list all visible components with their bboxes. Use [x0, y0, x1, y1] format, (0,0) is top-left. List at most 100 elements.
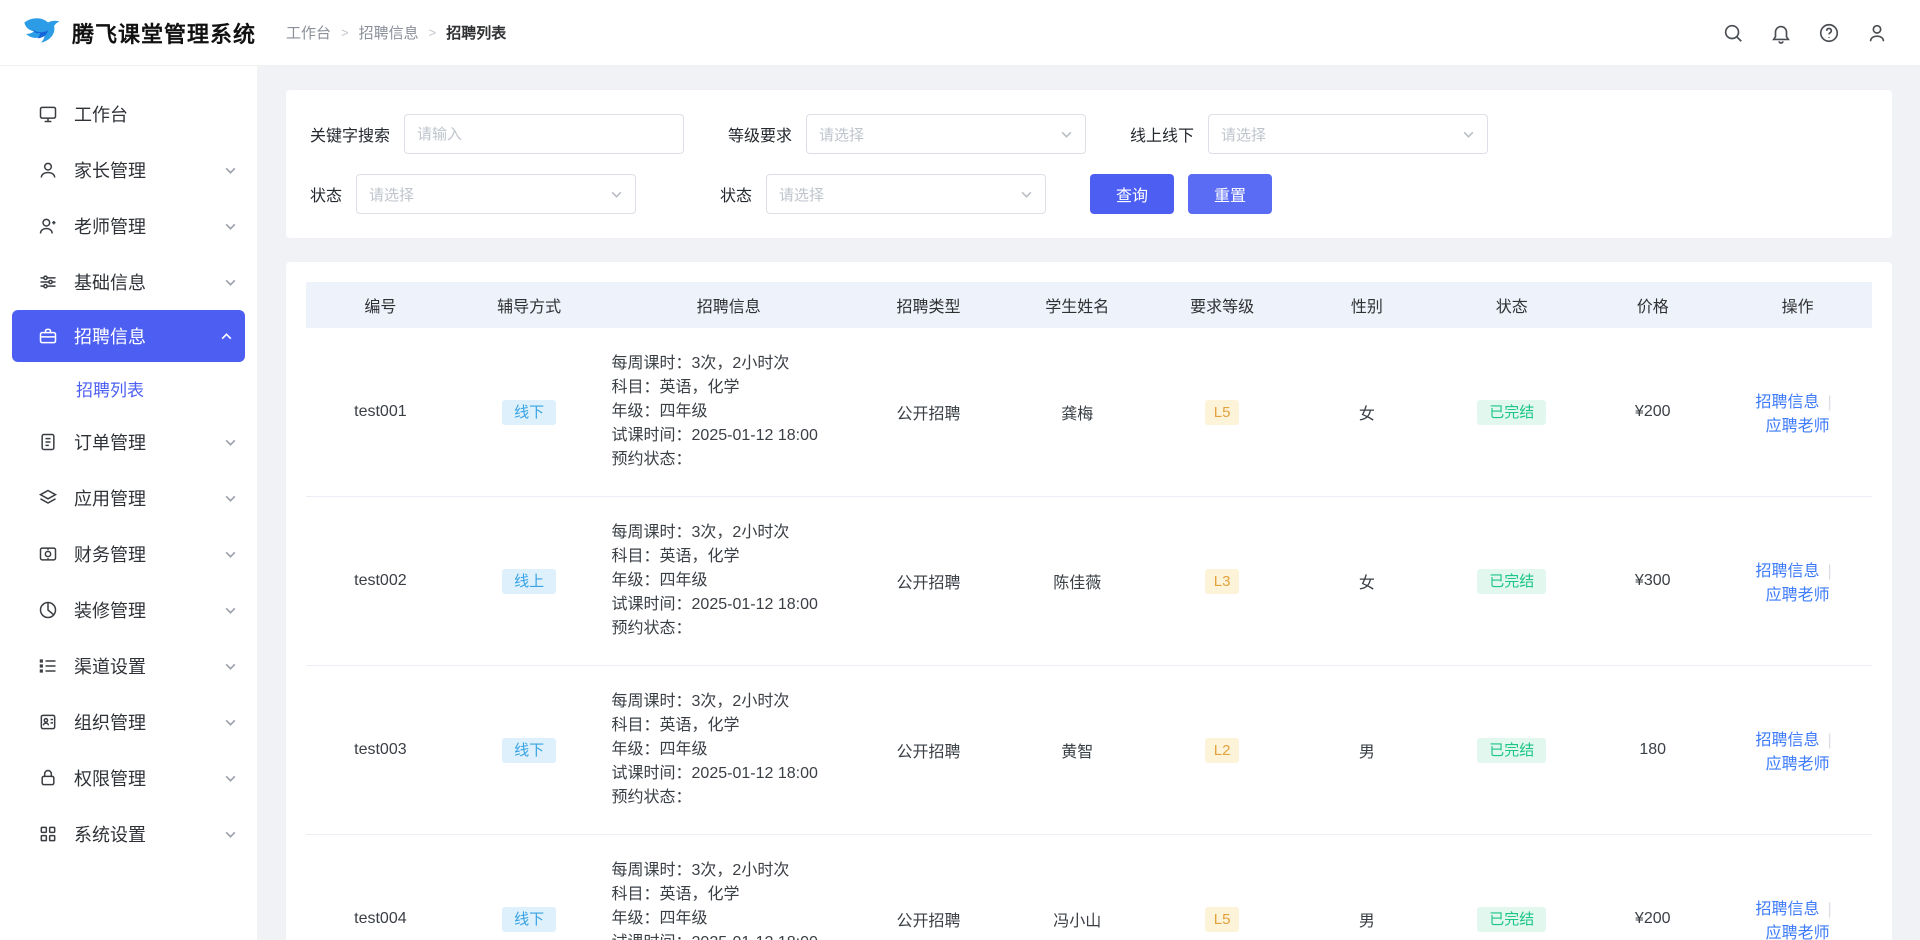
bell-icon[interactable] — [1770, 22, 1792, 44]
info-line: 每周课时：3次，2小时次 — [612, 859, 847, 883]
sidebar-item-base-info[interactable]: 基础信息 — [0, 254, 257, 310]
chevron-down-icon — [224, 220, 237, 233]
column-header-level: 要求等级 — [1152, 282, 1293, 328]
column-header-type: 招聘类型 — [854, 282, 1003, 328]
sidebar-item-channel-settings[interactable]: 渠道设置 — [0, 638, 257, 694]
cell-price: 180 — [1582, 666, 1723, 835]
sidebar-item-decor-mgmt[interactable]: 装修管理 — [0, 582, 257, 638]
table-row: test002 线上 每周课时：3次，2小时次 科目：英语，化学 年级：四年级 … — [306, 497, 1872, 666]
permission-icon — [38, 768, 58, 788]
cell-actions: 招聘信息|应聘老师 — [1723, 835, 1872, 940]
mode-tag: 线下 — [502, 400, 556, 425]
sidebar-item-org-mgmt[interactable]: 组织管理 — [0, 694, 257, 750]
info-line: 年级：四年级 — [612, 738, 847, 762]
status-select-1[interactable]: 请选择 — [356, 174, 636, 214]
sidebar-item-system-settings[interactable]: 系统设置 — [0, 806, 257, 862]
level-tag: L2 — [1205, 738, 1240, 763]
action-divider: | — [1828, 732, 1832, 749]
cell-info: 每周课时：3次，2小时次 科目：英语，化学 年级：四年级 试课时间：2025-0… — [604, 328, 855, 497]
cell-id: test001 — [306, 328, 455, 497]
cell-type: 公开招聘 — [854, 666, 1003, 835]
chevron-down-icon — [224, 276, 237, 289]
info-line: 每周课时：3次，2小时次 — [612, 690, 847, 714]
table-row: test003 线下 每周课时：3次，2小时次 科目：英语，化学 年级：四年级 … — [306, 666, 1872, 835]
search-icon[interactable] — [1722, 22, 1744, 44]
info-line: 每周课时：3次，2小时次 — [612, 352, 847, 376]
user-icon[interactable] — [1866, 22, 1888, 44]
logo-area: 腾飞课堂管理系统 — [0, 12, 258, 54]
breadcrumb-separator: > — [429, 25, 437, 40]
recruit-info-link[interactable]: 招聘信息 — [1756, 563, 1820, 580]
cell-gender: 男 — [1293, 666, 1442, 835]
chevron-up-icon — [220, 330, 233, 343]
sidebar-item-finance-mgmt[interactable]: 财务管理 — [0, 526, 257, 582]
apply-teacher-link[interactable]: 应聘老师 — [1766, 587, 1830, 604]
recruit-info-link[interactable]: 招聘信息 — [1756, 394, 1820, 411]
sidebar-subitem-recruit-list[interactable]: 招聘列表 — [0, 362, 257, 414]
help-icon[interactable] — [1818, 22, 1840, 44]
column-header-price: 价格 — [1582, 282, 1723, 328]
recruit-table: 编号 辅导方式 招聘信息 招聘类型 学生姓名 要求等级 性别 状态 价格 操作 … — [306, 282, 1872, 940]
cell-price: ¥300 — [1582, 497, 1723, 666]
cell-student: 黄智 — [1003, 666, 1152, 835]
main-content: 关键字搜索 等级要求 请选择 线上线下 请选择 状态 — [258, 66, 1920, 940]
column-header-gender: 性别 — [1293, 282, 1442, 328]
logo-icon — [20, 12, 62, 54]
recruit-info-link[interactable]: 招聘信息 — [1756, 732, 1820, 749]
level-select[interactable]: 请选择 — [806, 114, 1086, 154]
keyword-label: 关键字搜索 — [310, 122, 390, 146]
cell-student: 陈佳薇 — [1003, 497, 1152, 666]
reset-button[interactable]: 重置 — [1188, 174, 1272, 214]
sidebar-item-label: 装修管理 — [74, 597, 208, 623]
cell-actions: 招聘信息|应聘老师 — [1723, 328, 1872, 497]
sidebar-item-label: 老师管理 — [74, 213, 208, 239]
sidebar-item-order-mgmt[interactable]: 订单管理 — [0, 414, 257, 470]
sidebar: 工作台 家长管理 老师管理 基础信息 招聘信息 招聘列表 订单管理 — [0, 66, 258, 940]
sidebar-item-label: 工作台 — [74, 101, 237, 127]
sidebar-item-label: 系统设置 — [74, 821, 208, 847]
search-button[interactable]: 查询 — [1090, 174, 1174, 214]
decor-icon — [38, 600, 58, 620]
sidebar-subitem-label: 招聘列表 — [76, 376, 144, 401]
sidebar-item-app-mgmt[interactable]: 应用管理 — [0, 470, 257, 526]
table-row: test001 线下 每周课时：3次，2小时次 科目：英语，化学 年级：四年级 … — [306, 328, 1872, 497]
sidebar-item-teacher-mgmt[interactable]: 老师管理 — [0, 198, 257, 254]
sidebar-item-parent-mgmt[interactable]: 家长管理 — [0, 142, 257, 198]
sidebar-item-workbench[interactable]: 工作台 — [0, 86, 257, 142]
status-select-2[interactable]: 请选择 — [766, 174, 1046, 214]
sidebar-item-label: 家长管理 — [74, 157, 208, 183]
cell-actions: 招聘信息|应聘老师 — [1723, 497, 1872, 666]
breadcrumb-item-recruit-info[interactable]: 招聘信息 — [359, 22, 419, 43]
breadcrumb-item-workbench[interactable]: 工作台 — [286, 22, 331, 43]
sidebar-item-permission-mgmt[interactable]: 权限管理 — [0, 750, 257, 806]
apply-teacher-link[interactable]: 应聘老师 — [1766, 756, 1830, 773]
online-offline-label: 线上线下 — [1130, 122, 1194, 146]
system-icon — [38, 824, 58, 844]
app-title: 腾飞课堂管理系统 — [72, 17, 256, 49]
cell-id: test004 — [306, 835, 455, 940]
finance-icon — [38, 544, 58, 564]
info-line: 年级：四年级 — [612, 400, 847, 424]
keyword-input[interactable] — [404, 114, 684, 154]
channel-icon — [38, 656, 58, 676]
info-line: 预约状态： — [612, 786, 847, 810]
chevron-down-icon — [224, 660, 237, 673]
apply-teacher-link[interactable]: 应聘老师 — [1766, 418, 1830, 435]
info-line: 每周课时：3次，2小时次 — [612, 521, 847, 545]
recruit-info-link[interactable]: 招聘信息 — [1756, 901, 1820, 918]
column-header-mode: 辅导方式 — [455, 282, 604, 328]
sidebar-item-label: 组织管理 — [74, 709, 208, 735]
column-header-status: 状态 — [1441, 282, 1582, 328]
info-line: 年级：四年级 — [612, 569, 847, 593]
cell-gender: 男 — [1293, 835, 1442, 940]
cell-actions: 招聘信息 | 应聘老师 — [1723, 666, 1872, 835]
org-icon — [38, 712, 58, 732]
sidebar-item-recruit-info[interactable]: 招聘信息 — [12, 310, 245, 362]
chevron-down-icon — [224, 716, 237, 729]
online-offline-select[interactable]: 请选择 — [1208, 114, 1488, 154]
cell-info: 每周课时：3次，2小时次 科目：英语，化学 年级：四年级 试课时间：2025-0… — [604, 497, 855, 666]
level-label: 等级要求 — [728, 122, 792, 146]
sidebar-item-label: 财务管理 — [74, 541, 208, 567]
chevron-down-icon — [1462, 128, 1475, 141]
apply-teacher-link[interactable]: 应聘老师 — [1766, 925, 1830, 940]
